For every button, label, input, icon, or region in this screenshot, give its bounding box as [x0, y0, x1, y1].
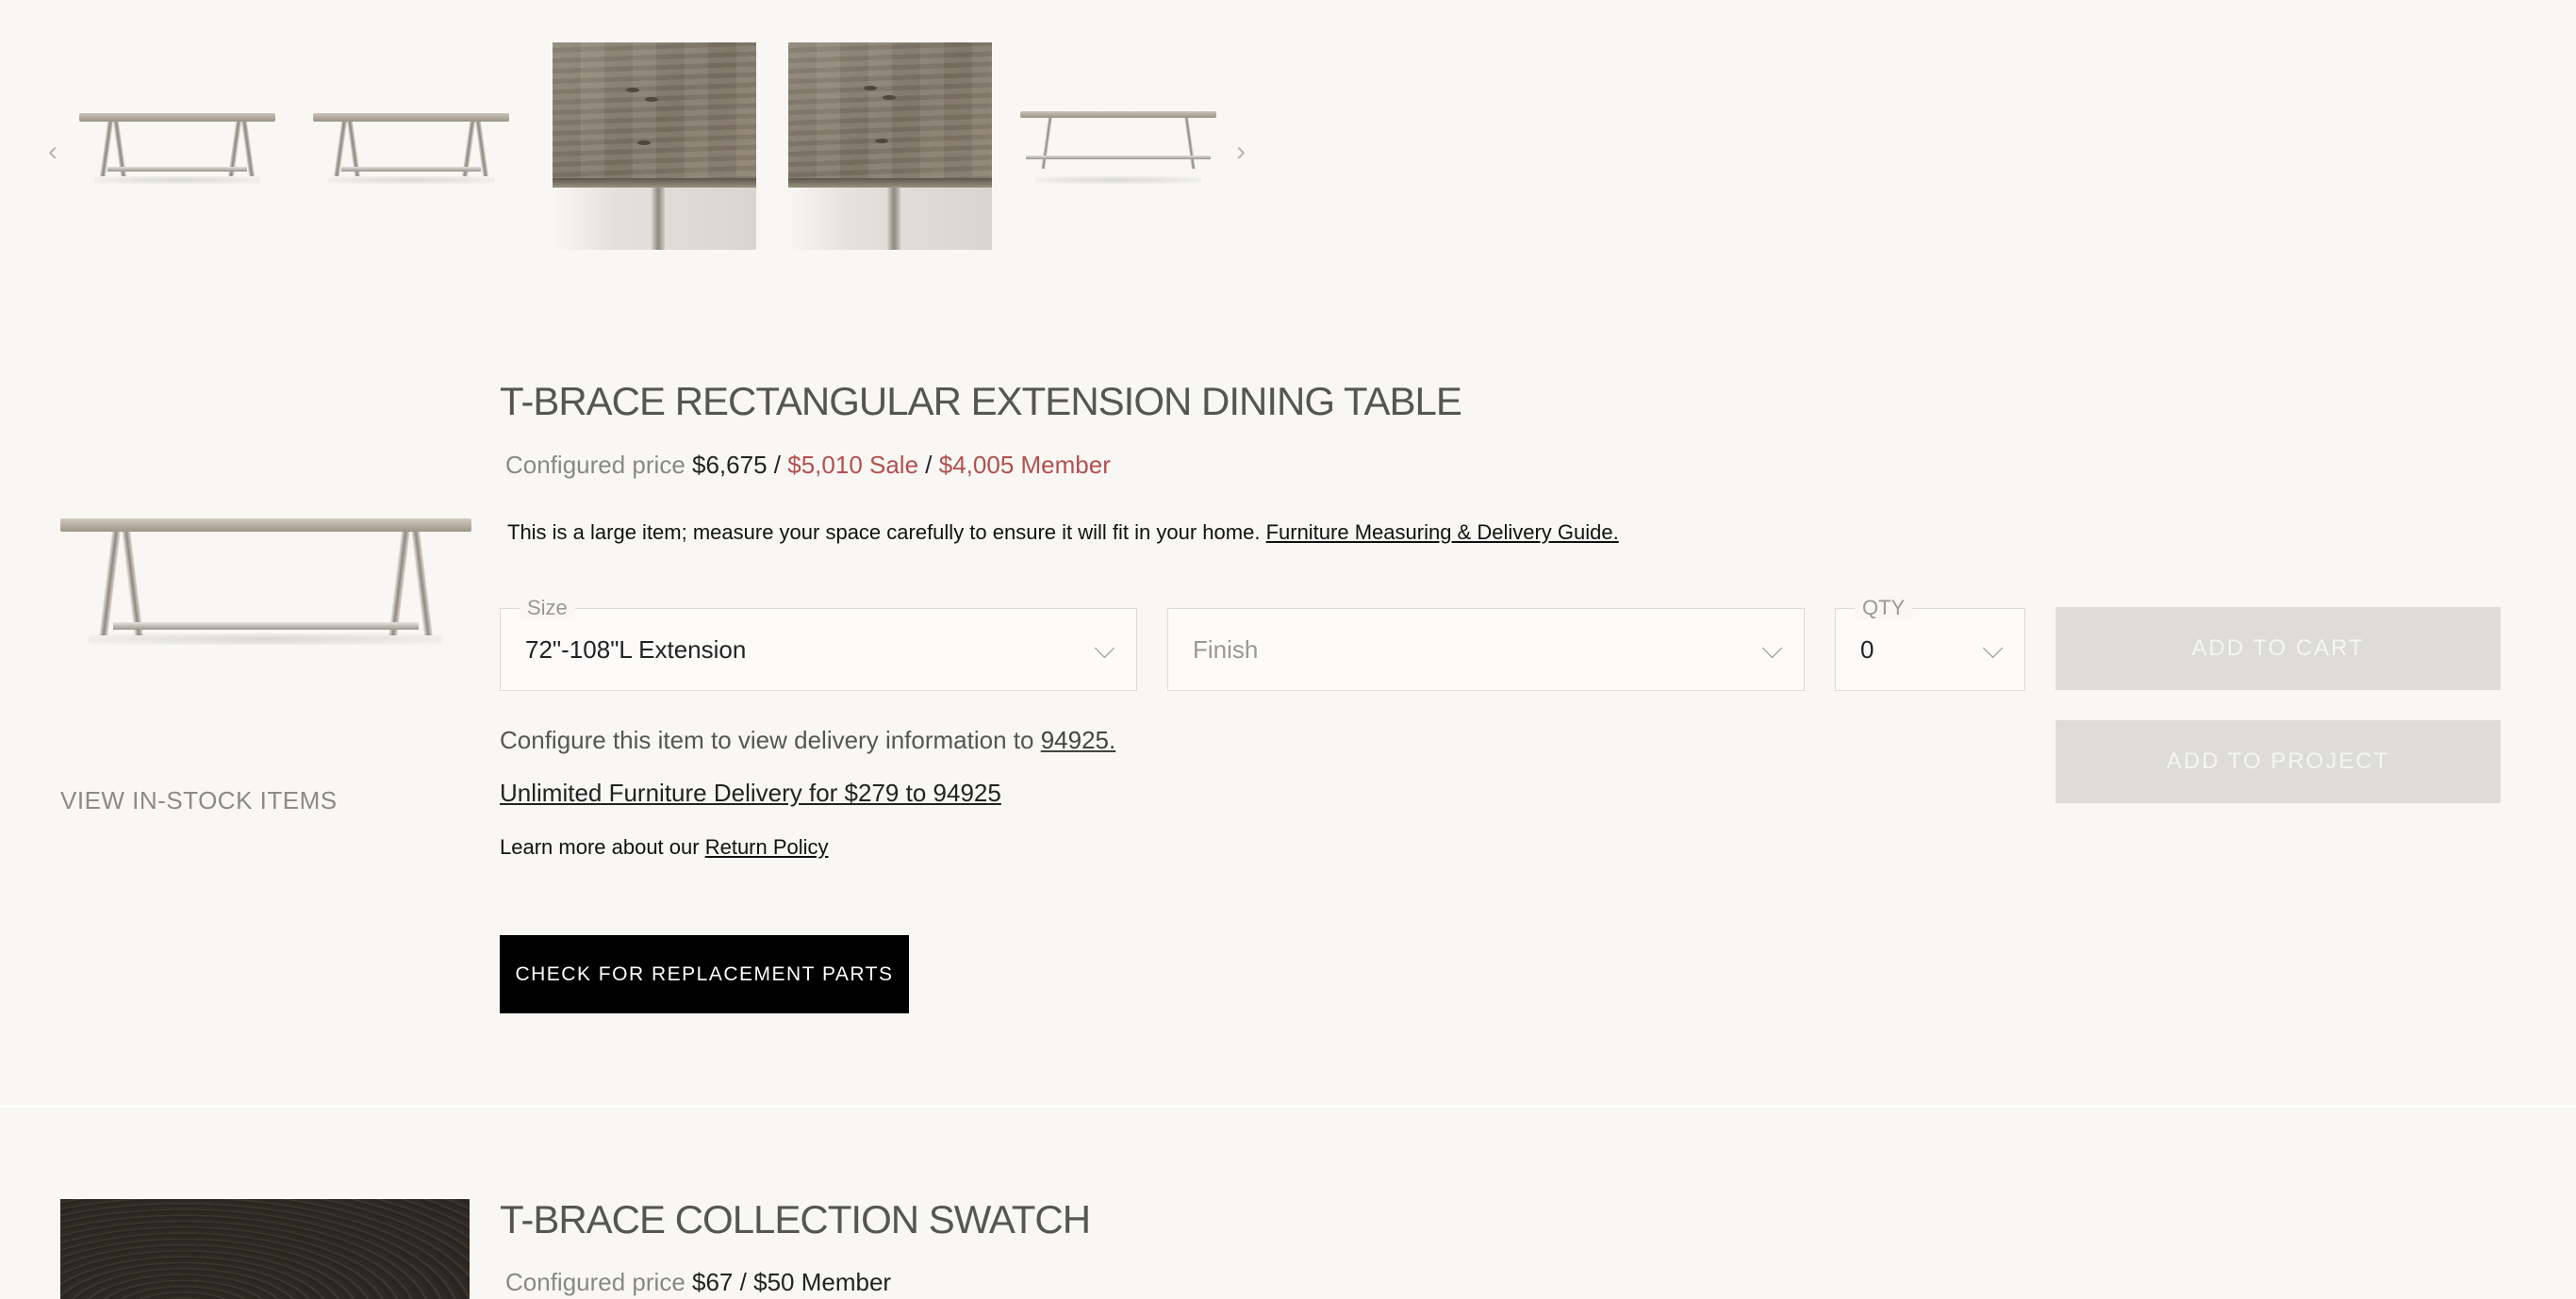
- price-separator: /: [925, 451, 933, 479]
- price-sale: $5,010 Sale: [787, 451, 919, 479]
- section-divider: [0, 1105, 2576, 1108]
- product-image[interactable]: [60, 509, 471, 650]
- chevron-down-icon: [1982, 637, 2004, 659]
- chevron-left-icon[interactable]: ‹: [43, 136, 62, 168]
- replacement-parts-button[interactable]: CHECK FOR REPLACEMENT PARTS: [500, 935, 909, 1013]
- measuring-guide-link[interactable]: Furniture Measuring & Delivery Guide.: [1266, 520, 1619, 544]
- view-in-stock-link[interactable]: VIEW IN-STOCK ITEMS: [60, 786, 338, 815]
- add-to-project-button[interactable]: ADD TO PROJECT: [2056, 720, 2501, 803]
- unlimited-delivery-link[interactable]: Unlimited Furniture Delivery for $279 to…: [500, 779, 1001, 808]
- qty-select[interactable]: QTY 0: [1835, 596, 2025, 691]
- delivery-zip-link[interactable]: 94925.: [1041, 726, 1116, 754]
- chevron-right-icon[interactable]: ›: [1231, 136, 1250, 168]
- price-separator: /: [773, 451, 782, 479]
- product-price: Configured price $6,675 / $5,010 Sale / …: [505, 451, 1111, 480]
- delivery-text: Configure this item to view delivery inf…: [500, 726, 1034, 754]
- price-separator: /: [739, 1268, 747, 1296]
- size-select[interactable]: Size 72"-108"L Extension: [500, 596, 1137, 691]
- qty-value: 0: [1860, 635, 1874, 664]
- large-item-note: This is a large item; measure your space…: [507, 520, 1619, 545]
- qty-label: QTY: [1855, 596, 1913, 620]
- swatch-image[interactable]: [60, 1199, 470, 1299]
- returns-text: Learn more about our: [500, 835, 700, 859]
- thumbnail-5[interactable]: [1016, 42, 1220, 250]
- chevron-down-icon: [1761, 637, 1783, 659]
- product-title: T-BRACE RECTANGULAR EXTENSION DINING TAB…: [500, 379, 1462, 423]
- thumbnail-3[interactable]: [553, 42, 756, 250]
- price-label: Configured price: [505, 1268, 685, 1296]
- size-label: Size: [520, 596, 575, 620]
- thumbnail-2[interactable]: [309, 42, 513, 250]
- price-regular: $6,675: [692, 451, 768, 479]
- price-regular: $67: [692, 1268, 734, 1296]
- add-to-cart-button[interactable]: ADD TO CART: [2056, 607, 2501, 690]
- chevron-down-icon: [1094, 637, 1115, 659]
- thumbnail-1[interactable]: [75, 42, 279, 250]
- finish-select[interactable]: Finish: [1167, 608, 1805, 691]
- thumbnail-4[interactable]: [788, 42, 992, 250]
- size-value: 72"-108"L Extension: [525, 635, 747, 664]
- delivery-info: Configure this item to view delivery inf…: [500, 726, 1115, 755]
- return-policy-link[interactable]: Return Policy: [705, 835, 829, 859]
- finish-placeholder: Finish: [1193, 635, 1259, 664]
- note-text: This is a large item; measure your space…: [507, 520, 1261, 544]
- swatch-title: T-BRACE COLLECTION SWATCH: [500, 1197, 1091, 1241]
- return-policy-info: Learn more about our Return Policy: [500, 835, 829, 860]
- swatch-price: Configured price $67 / $50 Member: [505, 1268, 891, 1297]
- price-member: $50 Member: [753, 1268, 892, 1296]
- price-member: $4,005 Member: [938, 451, 1111, 479]
- price-label: Configured price: [505, 451, 685, 479]
